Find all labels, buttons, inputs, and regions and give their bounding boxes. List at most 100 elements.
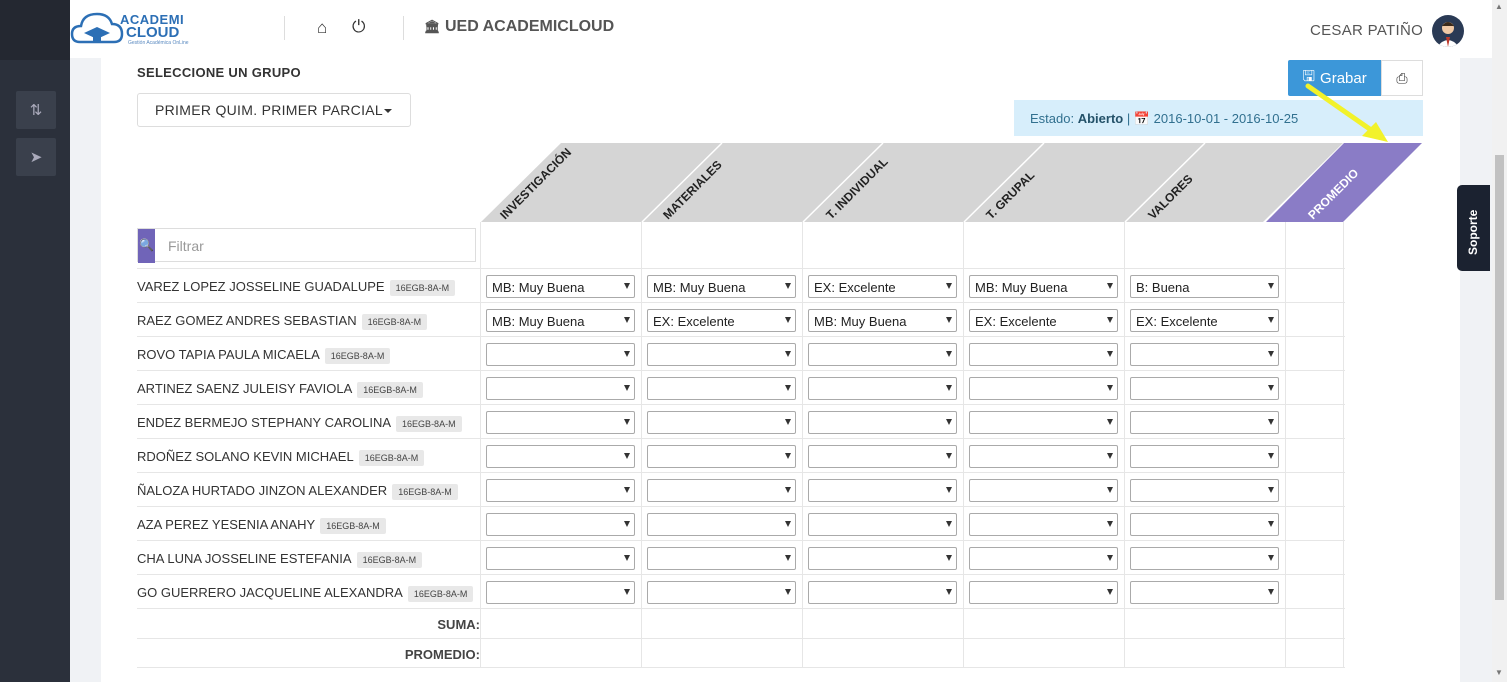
home-icon[interactable]: ⌂ — [317, 18, 327, 38]
cell-divider — [963, 541, 964, 574]
grade-select[interactable]: EX: Excelente — [808, 275, 957, 298]
grade-select[interactable] — [1130, 377, 1279, 400]
scroll-down-icon[interactable]: ▼ — [1495, 668, 1503, 677]
grade-select[interactable] — [1130, 513, 1279, 536]
chevron-down-icon — [785, 283, 791, 289]
grade-select[interactable]: MB: Muy Buena — [647, 275, 796, 298]
grade-select[interactable] — [1130, 479, 1279, 502]
chevron-down-icon — [624, 283, 630, 289]
sort-icon[interactable]: ⇅ — [16, 91, 56, 129]
cell-divider — [1124, 222, 1125, 268]
grade-select[interactable] — [647, 547, 796, 570]
grade-select[interactable] — [808, 445, 957, 468]
group-select[interactable]: PRIMER QUIM. PRIMER PARCIAL — [137, 93, 411, 127]
group-badge: 16EGB-8A-M — [389, 279, 456, 296]
search-icon: 🔍 — [138, 229, 155, 263]
cell-divider — [802, 439, 803, 472]
group-badge: 16EGB-8A-M — [357, 381, 423, 398]
cell-divider — [641, 371, 642, 404]
student-name-cell: AZA PEREZ YESENIA ANAHY 16EGB-8A-M — [137, 507, 480, 540]
grade-select[interactable] — [647, 343, 796, 366]
grade-select[interactable] — [486, 377, 635, 400]
grade-select[interactable]: MB: Muy Buena — [486, 309, 635, 332]
grade-select[interactable] — [647, 377, 796, 400]
chevron-down-icon — [1107, 283, 1113, 289]
scrollbar[interactable]: ▲ ▼ — [1492, 0, 1507, 682]
grade-select[interactable]: EX: Excelente — [647, 309, 796, 332]
student-name-cell: VAREZ LOPEZ JOSSELINE GUADALUPE 16EGB-8A-… — [137, 269, 480, 302]
grade-select[interactable]: EX: Excelente — [969, 309, 1118, 332]
grade-select[interactable] — [1130, 411, 1279, 434]
grade-select[interactable] — [486, 581, 635, 604]
avatar[interactable] — [1432, 15, 1464, 47]
grade-select[interactable]: B: Buena — [1130, 275, 1279, 298]
grade-select[interactable] — [969, 513, 1118, 536]
student-name: VAREZ LOPEZ JOSSELINE GUADALUPE — [137, 279, 385, 294]
cell-divider — [1285, 507, 1286, 540]
cell-divider — [1285, 439, 1286, 472]
grade-select[interactable] — [969, 479, 1118, 502]
grade-select[interactable] — [647, 513, 796, 536]
grade-select[interactable] — [808, 377, 957, 400]
cell-divider — [1285, 609, 1286, 638]
student-name: ARTINEZ SAENZ JULEISY FAVIOLA — [137, 381, 353, 396]
scroll-up-icon[interactable]: ▲ — [1495, 2, 1503, 11]
chevron-down-icon — [785, 419, 791, 425]
grade-select[interactable] — [1130, 547, 1279, 570]
chevron-down-icon — [1268, 589, 1274, 595]
chevron-down-icon — [1268, 555, 1274, 561]
student-name-cell: ENDEZ BERMEJO STEPHANY CAROLINA 16EGB-8A-… — [137, 405, 480, 438]
column-headers: INVESTIGACIÓN MATERIALES T. INDIVIDUAL T… — [481, 143, 1422, 223]
grade-select[interactable] — [969, 547, 1118, 570]
grade-select[interactable] — [486, 343, 635, 366]
group-badge: 16EGB-8A-M — [320, 517, 386, 534]
grade-value: EX: Excelente — [653, 314, 735, 329]
grade-select[interactable] — [486, 547, 635, 570]
power-icon[interactable]: ⏻ — [352, 17, 365, 37]
send-icon[interactable]: ➤ — [16, 138, 56, 176]
filter-input[interactable]: 🔍 Filtrar — [137, 228, 476, 263]
grade-select[interactable] — [647, 581, 796, 604]
chevron-down-icon — [1107, 317, 1113, 323]
grade-select[interactable] — [647, 479, 796, 502]
cell-divider — [641, 303, 642, 336]
chevron-down-icon — [946, 419, 952, 425]
grade-select[interactable] — [808, 479, 957, 502]
grade-select[interactable] — [969, 343, 1118, 366]
grade-select[interactable] — [808, 547, 957, 570]
grade-select[interactable]: MB: Muy Buena — [808, 309, 957, 332]
grade-select[interactable] — [1130, 445, 1279, 468]
grade-select[interactable] — [486, 445, 635, 468]
grade-select[interactable]: MB: Muy Buena — [969, 275, 1118, 298]
grade-select[interactable] — [808, 581, 957, 604]
grade-select[interactable] — [969, 411, 1118, 434]
grade-select[interactable] — [969, 445, 1118, 468]
grade-select[interactable] — [969, 377, 1118, 400]
grade-select[interactable] — [486, 411, 635, 434]
scrollbar-thumb[interactable] — [1495, 155, 1504, 600]
user-name[interactable]: CESAR PATIÑO — [1310, 22, 1423, 39]
grade-select[interactable] — [486, 479, 635, 502]
grade-select[interactable] — [808, 343, 957, 366]
cell-divider — [1124, 405, 1125, 438]
grade-select[interactable] — [486, 513, 635, 536]
support-tab[interactable]: Soporte — [1457, 185, 1490, 271]
cell-divider — [1124, 269, 1125, 302]
grade-select[interactable] — [647, 411, 796, 434]
cell-divider — [641, 575, 642, 608]
grade-select[interactable] — [969, 581, 1118, 604]
grade-select[interactable] — [1130, 581, 1279, 604]
grade-select[interactable]: MB: Muy Buena — [486, 275, 635, 298]
sum-row-label: SUMA: — [437, 617, 480, 632]
logo[interactable]: ACADEMI CLOUD Gestión Académica OnLine — [70, 6, 200, 54]
cell-divider — [963, 405, 964, 438]
cell-divider — [1343, 609, 1344, 638]
group-select-value: PRIMER QUIM. PRIMER PARCIAL — [155, 102, 383, 118]
cell-divider — [1343, 439, 1344, 472]
grade-select[interactable]: EX: Excelente — [1130, 309, 1279, 332]
grade-select[interactable] — [808, 513, 957, 536]
grade-select[interactable] — [1130, 343, 1279, 366]
grade-select[interactable] — [647, 445, 796, 468]
student-name: AZA PEREZ YESENIA ANAHY — [137, 517, 316, 532]
grade-select[interactable] — [808, 411, 957, 434]
